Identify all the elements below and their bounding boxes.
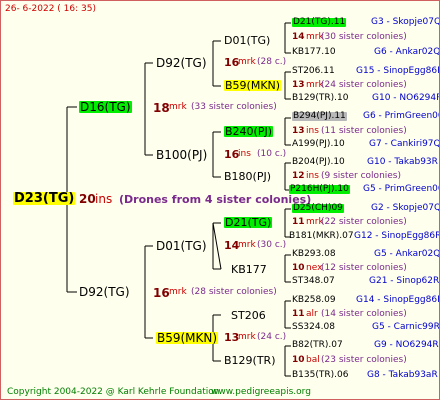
gen4-queen[interactable]: ST206.11 (292, 67, 335, 76)
date-stamp: 26- 6-2022 ( 16: 35) (5, 4, 96, 14)
gen4-number: 10 (292, 263, 305, 273)
gen3-type: mrk (238, 57, 256, 67)
gen4-code: G10 - NO6294R (372, 93, 440, 103)
pedigree-panel: 26- 6-2022 ( 16: 35) D23(TG) 20 ins (Dro… (0, 0, 440, 400)
gen1-bottom-number: 16 (153, 286, 170, 300)
gen3-type: ins (238, 149, 251, 159)
gen4-code: G6 - Ankar02Q (374, 47, 440, 57)
gen4-code: G12 - SinopEgg86R (354, 231, 440, 241)
gen4-queen[interactable]: D25(CH)09 (292, 204, 344, 213)
gen4-type: ins (306, 171, 319, 181)
gen4-code: G2 - Skopje07Q (371, 203, 440, 213)
gen3-queen[interactable]: D01(TG) (224, 35, 270, 46)
site-link[interactable]: www.pedigreeapis.org (211, 388, 311, 397)
gen4-queen[interactable]: B129(TR).10 (292, 94, 348, 103)
gen2-queen[interactable]: B100(PJ) (156, 149, 207, 161)
root-drones-note: (Drones from 4 sister colonies) (119, 193, 312, 206)
gen4-number: 13 (292, 126, 305, 136)
root-type: ins (95, 192, 113, 206)
gen3-queen[interactable]: B59(MKN) (224, 80, 282, 91)
gen4-queen[interactable]: B181(MKR).07 (289, 232, 354, 241)
gen3-queen[interactable]: B180(PJ) (224, 171, 271, 182)
gen4-number: 11 (292, 309, 305, 319)
gen1-bottom-type: mrk (169, 287, 187, 297)
gen3-sisters: (10 c.) (257, 149, 287, 159)
gen3-queen[interactable]: ST206 (231, 310, 266, 321)
gen2-queen[interactable]: B59(MKN) (156, 332, 219, 344)
gen4-type: ins (306, 126, 319, 136)
gen4-code: G6 - PrimGreen00 (363, 111, 440, 121)
gen4-queen[interactable]: P216H(PJ).10 (289, 185, 350, 194)
gen4-type: nex (306, 263, 323, 273)
gen4-type: bal (306, 355, 320, 365)
gen4-queen[interactable]: ST348.07 (292, 277, 335, 286)
gen3-queen[interactable]: D21(TG) (224, 217, 273, 228)
gen4-queen[interactable]: KB258.09 (292, 296, 336, 305)
gen4-sisters: (12 sister colonies) (321, 263, 407, 273)
gen4-code: G21 - Sinop62R (369, 276, 440, 286)
gen4-queen[interactable]: A199(PJ).10 (292, 140, 345, 149)
gen3-type: mrk (238, 332, 256, 342)
root-queen[interactable]: D23(TG) (13, 192, 76, 205)
gen3-sisters: (28 c.) (257, 57, 287, 67)
gen4-queen[interactable]: B204(PJ).10 (292, 158, 345, 167)
gen4-code: G9 - NO6294R (374, 340, 439, 350)
gen4-code: G15 - SinopEgg86R (356, 66, 440, 76)
gen4-code: G3 - Skopje07Q (371, 17, 440, 27)
gen2-queen[interactable]: D01(TG) (156, 240, 207, 252)
gen3-sisters: (24 c.) (257, 332, 287, 342)
gen3-type: mrk (238, 240, 256, 250)
gen4-code: G7 - Cankiri97Q (369, 139, 440, 149)
root-number: 20 (79, 192, 96, 206)
gen4-sisters: (30 sister colonies) (321, 32, 407, 42)
gen4-number: 13 (292, 80, 305, 90)
gen4-code: G14 - SinopEgg86R (356, 295, 440, 305)
gen4-code: G5 - Ankar02Q (374, 249, 440, 259)
gen4-queen[interactable]: KB293.08 (292, 250, 336, 259)
gen1-top-sisters: (33 sister colonies) (191, 102, 277, 112)
gen1-top-queen[interactable]: D16(TG) (79, 101, 132, 113)
gen4-number: 12 (292, 171, 305, 181)
gen4-queen[interactable]: KB177.10 (292, 48, 336, 57)
gen4-queen[interactable]: D21(TG).11 (292, 18, 347, 27)
gen4-number: 10 (292, 355, 305, 365)
gen3-sisters: (30 c.) (257, 240, 287, 250)
gen4-code: G5 - Carnic99R (372, 322, 440, 332)
gen4-code: G5 - PrimGreen00 (363, 184, 440, 194)
gen4-number: 11 (292, 217, 305, 227)
gen4-sisters: (14 sister colonies) (321, 309, 407, 319)
gen4-number: 14 (292, 32, 305, 42)
gen3-queen[interactable]: KB177 (231, 264, 267, 275)
gen4-queen[interactable]: B82(TR).07 (292, 341, 343, 350)
gen4-code: G8 - Takab93aR (367, 370, 438, 380)
gen4-queen[interactable]: B135(TR).06 (292, 371, 348, 380)
gen3-queen[interactable]: B129(TR) (224, 355, 276, 366)
gen1-top-type: mrk (169, 102, 187, 112)
gen4-sisters: (23 sister colonies) (321, 355, 407, 365)
gen4-code: G10 - Takab93R (367, 157, 438, 167)
gen4-sisters: (9 sister colonies) (321, 171, 402, 181)
gen4-sisters: (24 sister colonies) (321, 80, 407, 90)
gen1-top-number: 18 (153, 101, 170, 115)
gen3-queen[interactable]: B240(PJ) (224, 126, 274, 137)
gen4-queen[interactable]: B294(PJ).11 (292, 112, 347, 121)
gen4-sisters: (11 sister colonies) (321, 126, 407, 136)
gen4-queen[interactable]: SS324.08 (292, 323, 335, 332)
gen2-queen[interactable]: D92(TG) (156, 57, 207, 69)
gen1-bottom-queen[interactable]: D92(TG) (79, 286, 130, 298)
gen1-bottom-sisters: (28 sister colonies) (191, 287, 277, 297)
copyright-text: Copyright 2004-2022 @ Karl Kehrle Founda… (7, 387, 220, 397)
gen4-type: alr (306, 309, 318, 319)
gen4-sisters: (22 sister colonies) (321, 217, 407, 227)
